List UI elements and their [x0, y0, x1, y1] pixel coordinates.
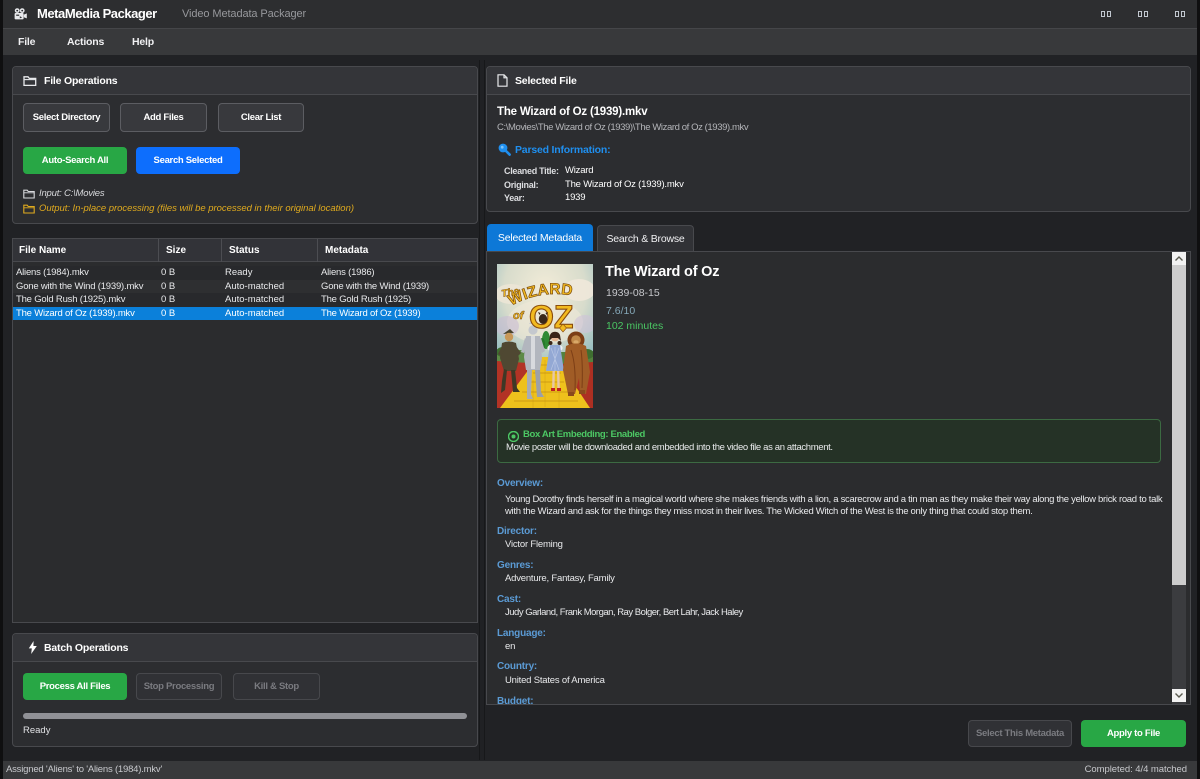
svg-text:of: of	[513, 310, 525, 322]
svg-text:OZ: OZ	[529, 299, 573, 335]
